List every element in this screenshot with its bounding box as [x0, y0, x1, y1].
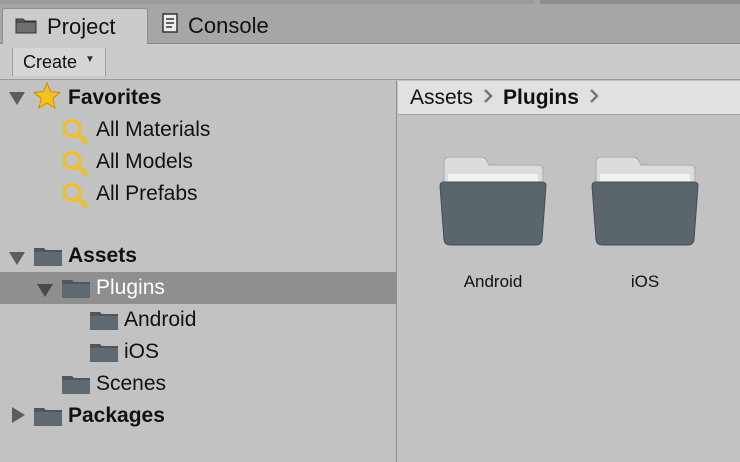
tree-item-plugins[interactable]: Plugins	[0, 272, 397, 304]
folder-icon	[439, 156, 547, 246]
folder-icon	[33, 245, 63, 273]
tree-item-assets[interactable]: Assets	[0, 240, 397, 272]
tree-item-all-models[interactable]: All Models	[0, 146, 397, 178]
tree-item-all-prefabs[interactable]: All Prefabs	[0, 178, 397, 210]
tab-bar-strip-right	[540, 0, 740, 4]
breadcrumb-item-plugins[interactable]: Plugins	[503, 86, 579, 110]
tab-project-label: Project	[47, 13, 116, 39]
tab-console-label: Console	[188, 13, 269, 38]
caret-down-icon: ▼	[85, 53, 95, 65]
tree-item-label: All Prefabs	[96, 182, 198, 205]
tree-item-packages[interactable]: Packages	[0, 400, 397, 432]
tree-item-label: Assets	[68, 244, 137, 267]
folder-icon	[61, 277, 91, 305]
chevron-right-icon	[483, 86, 493, 110]
breadcrumb: Assets Plugins	[398, 81, 740, 115]
create-label: Create	[23, 51, 78, 72]
tab-console[interactable]: Console	[160, 8, 320, 44]
tree-item-scenes[interactable]: Scenes	[0, 368, 397, 400]
tree-item-label: All Models	[96, 150, 193, 173]
tree-item-label: iOS	[124, 340, 160, 363]
folder-icon	[591, 156, 699, 246]
expanded-arrow-icon[interactable]	[8, 248, 28, 268]
tree-item-label: Android	[124, 308, 197, 331]
folder-icon	[33, 405, 63, 433]
grid-item-label: iOS	[630, 272, 660, 291]
magnifier-icon	[61, 181, 89, 214]
tab-project[interactable]: Project	[2, 8, 148, 44]
tree-item-ios[interactable]: iOS	[0, 336, 397, 368]
tab-bar-strip	[0, 0, 535, 4]
collapsed-arrow-icon[interactable]	[10, 406, 30, 426]
tree-item-label: Packages	[68, 404, 165, 427]
tab-bar: Project Console	[0, 0, 740, 44]
chevron-right-icon	[589, 86, 599, 110]
grid-item-android[interactable]: Android	[433, 154, 553, 292]
tree-item-label: Scenes	[96, 372, 167, 395]
folder-icon	[89, 341, 119, 369]
tree-item-android[interactable]: Android	[0, 304, 397, 336]
console-icon	[162, 13, 178, 39]
grid-item-label: Android	[463, 272, 523, 291]
breadcrumb-item-assets[interactable]: Assets	[410, 86, 473, 110]
folder-icon	[61, 373, 91, 401]
expanded-arrow-icon[interactable]	[8, 88, 28, 108]
asset-grid: Android iOS	[398, 116, 740, 462]
folder-icon	[89, 309, 119, 337]
project-tree: Favorites All Materials All Models All P…	[0, 81, 397, 462]
grid-item-ios[interactable]: iOS	[585, 154, 705, 292]
tree-item-favorites[interactable]: Favorites	[0, 81, 397, 115]
tree-item-label: All Materials	[96, 118, 211, 141]
tree-item-label: Favorites	[68, 86, 162, 109]
expanded-arrow-icon[interactable]	[36, 280, 56, 300]
create-dropdown-button[interactable]: Create ▼	[12, 48, 106, 76]
folder-tab-icon	[15, 14, 37, 40]
tree-item-label: Plugins	[96, 276, 165, 299]
toolbar: Create ▼	[0, 44, 740, 80]
star-icon	[32, 81, 62, 115]
tree-item-all-materials[interactable]: All Materials	[0, 114, 397, 146]
